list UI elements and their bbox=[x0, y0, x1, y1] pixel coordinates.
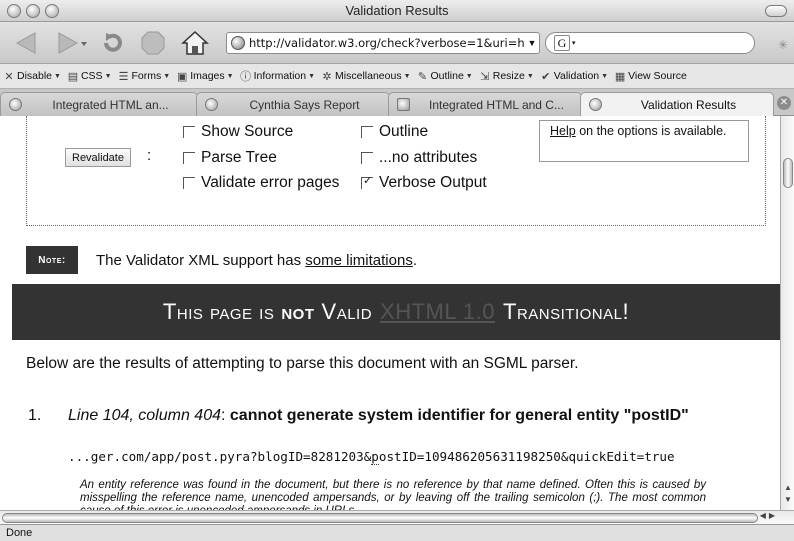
throbber-icon: ✳ bbox=[777, 38, 788, 52]
show-source-checkbox[interactable]: Show Source bbox=[183, 123, 293, 141]
navigation-toolbar: http://validator.w3.org/check?verbose=1&… bbox=[0, 22, 794, 64]
tab-validation-results[interactable]: Validation Results bbox=[580, 92, 774, 116]
forms-icon: ☰ bbox=[118, 70, 129, 83]
tab-bar: Integrated HTML an... Cynthia Says Repor… bbox=[0, 89, 794, 116]
web-developer-toolbar: ✕ Disable ▼ ▤ CSS ▼ ☰ Forms ▼ ▣ Images ▼ ⓘ Inform… bbox=[0, 64, 794, 89]
address-url: http://validator.w3.org/check?verbose=1&… bbox=[249, 36, 525, 50]
back-button[interactable] bbox=[12, 29, 42, 57]
images-icon: ▣ bbox=[176, 70, 188, 83]
devbar-forms-menu[interactable]: ☰ Forms ▼ bbox=[115, 70, 174, 83]
vertical-scroll-thumb[interactable] bbox=[783, 158, 793, 188]
home-icon bbox=[181, 30, 209, 55]
devbar-images-menu[interactable]: ▣ Images ▼ bbox=[173, 70, 236, 83]
stop-button[interactable] bbox=[138, 29, 168, 57]
page-favicon-icon bbox=[205, 98, 218, 111]
misc-icon: ✲ bbox=[322, 70, 332, 83]
error-explanation: An entity reference was found in the doc… bbox=[80, 479, 706, 510]
no-entry-icon: ✕ bbox=[4, 70, 14, 83]
devbar-disable-menu[interactable]: ✕ Disable ▼ bbox=[0, 70, 64, 83]
page-favicon-icon bbox=[397, 98, 410, 111]
css-icon: ▤ bbox=[67, 70, 79, 83]
error-message: cannot generate system identifier for ge… bbox=[229, 407, 689, 424]
tab-cynthia-says[interactable]: Cynthia Says Report bbox=[196, 92, 390, 116]
devbar-resize-menu[interactable]: ⇲ Resize ▼ bbox=[476, 70, 537, 83]
back-arrow-icon bbox=[15, 32, 36, 54]
toolbar-toggle-button[interactable] bbox=[765, 5, 787, 17]
info-icon: ⓘ bbox=[240, 71, 252, 83]
reload-icon bbox=[104, 33, 122, 52]
devbar-view-source-menu[interactable]: ▦ View Source bbox=[611, 70, 690, 83]
some-limitations-link[interactable]: some limitations bbox=[305, 252, 413, 269]
help-link[interactable]: Help bbox=[550, 124, 576, 138]
error-source-excerpt: ...ger.com/app/post.pyra?blogID=8281203&… bbox=[68, 449, 675, 465]
note-text: The Validator XML support has some limit… bbox=[96, 251, 417, 269]
devbar-miscellaneous-menu[interactable]: ✲ Miscellaneous ▼ bbox=[318, 70, 413, 83]
search-engine-icon[interactable]: G bbox=[554, 35, 570, 51]
window-title: Validation Results bbox=[345, 3, 449, 18]
home-button[interactable] bbox=[180, 29, 210, 57]
site-globe-icon bbox=[231, 36, 245, 50]
tab-integrated-html-1[interactable]: Integrated HTML an... bbox=[0, 92, 198, 116]
error-position-marker: p bbox=[371, 449, 379, 465]
page-favicon-icon bbox=[589, 98, 602, 111]
horizontal-scroll-arrows[interactable]: ◀▶ bbox=[760, 511, 778, 520]
reload-button[interactable] bbox=[98, 29, 128, 57]
chevron-down-icon: ▾ bbox=[572, 40, 576, 47]
source-icon: ▦ bbox=[614, 70, 626, 83]
options-help-note: Help on the options is available. bbox=[539, 120, 749, 162]
window-titlebar: Validation Results bbox=[0, 0, 794, 22]
address-bar[interactable]: http://validator.w3.org/check?verbose=1&… bbox=[226, 32, 540, 54]
vertical-scrollbar[interactable]: ▲ ▼ bbox=[780, 116, 794, 510]
devbar-outline-menu[interactable]: ✎ Outline ▼ bbox=[414, 70, 476, 83]
stop-icon bbox=[141, 31, 165, 55]
note-label: Note: bbox=[26, 246, 78, 274]
error-location: Line 104, column 404 bbox=[68, 407, 221, 424]
forward-button[interactable] bbox=[50, 29, 90, 57]
tab-integrated-html-2[interactable]: Integrated HTML and C... bbox=[388, 92, 582, 116]
resize-icon: ⇲ bbox=[480, 70, 490, 83]
outline-icon: ✎ bbox=[417, 70, 428, 83]
doctype-link[interactable]: XHTML 1.0 bbox=[380, 299, 495, 325]
revalidate-button[interactable]: Revalidate bbox=[65, 148, 131, 167]
parse-tree-checkbox[interactable]: Parse Tree bbox=[183, 149, 277, 167]
vertical-scroll-arrows[interactable]: ▲ ▼ bbox=[782, 482, 794, 510]
forward-arrow-icon bbox=[58, 32, 87, 54]
page-favicon-icon bbox=[9, 98, 22, 111]
options-colon: : bbox=[147, 147, 152, 164]
page-content: Revalidate : Show Source Parse Tree Vali… bbox=[0, 116, 780, 510]
error-number: 1. bbox=[28, 407, 42, 424]
chevron-down-icon[interactable]: ▼ bbox=[525, 38, 539, 48]
devbar-information-menu[interactable]: ⓘ Information ▼ bbox=[237, 68, 318, 84]
options-panel: Revalidate : Show Source Parse Tree Vali… bbox=[26, 116, 766, 226]
no-attributes-checkbox[interactable]: ...no attributes bbox=[361, 149, 477, 167]
status-bar: Done bbox=[0, 524, 794, 541]
devbar-validation-menu[interactable]: ✔ Validation ▼ bbox=[537, 70, 611, 83]
outline-checkbox[interactable]: Outline bbox=[361, 123, 428, 141]
error-item: 1. Line 104, column 404: cannot generate … bbox=[28, 407, 689, 424]
horizontal-scrollbar[interactable]: ◀▶ bbox=[0, 510, 794, 524]
close-tab-icon[interactable]: ✕ bbox=[777, 96, 791, 110]
devbar-css-menu[interactable]: ▤ CSS ▼ bbox=[64, 70, 115, 83]
horizontal-scroll-thumb[interactable] bbox=[2, 513, 758, 523]
results-intro: Below are the results of attempting to p… bbox=[26, 355, 579, 372]
validation-result-banner: This page is not Valid XHTML 1.0 Transit… bbox=[12, 284, 780, 340]
search-bar[interactable]: G ▾ bbox=[545, 32, 755, 54]
validation-icon: ✔ bbox=[541, 70, 551, 83]
verbose-output-checkbox[interactable]: Verbose Output bbox=[361, 174, 487, 192]
note-bar: Note: The Validator XML support has some… bbox=[26, 246, 780, 274]
validate-error-pages-checkbox[interactable]: Validate error pages bbox=[183, 174, 339, 192]
